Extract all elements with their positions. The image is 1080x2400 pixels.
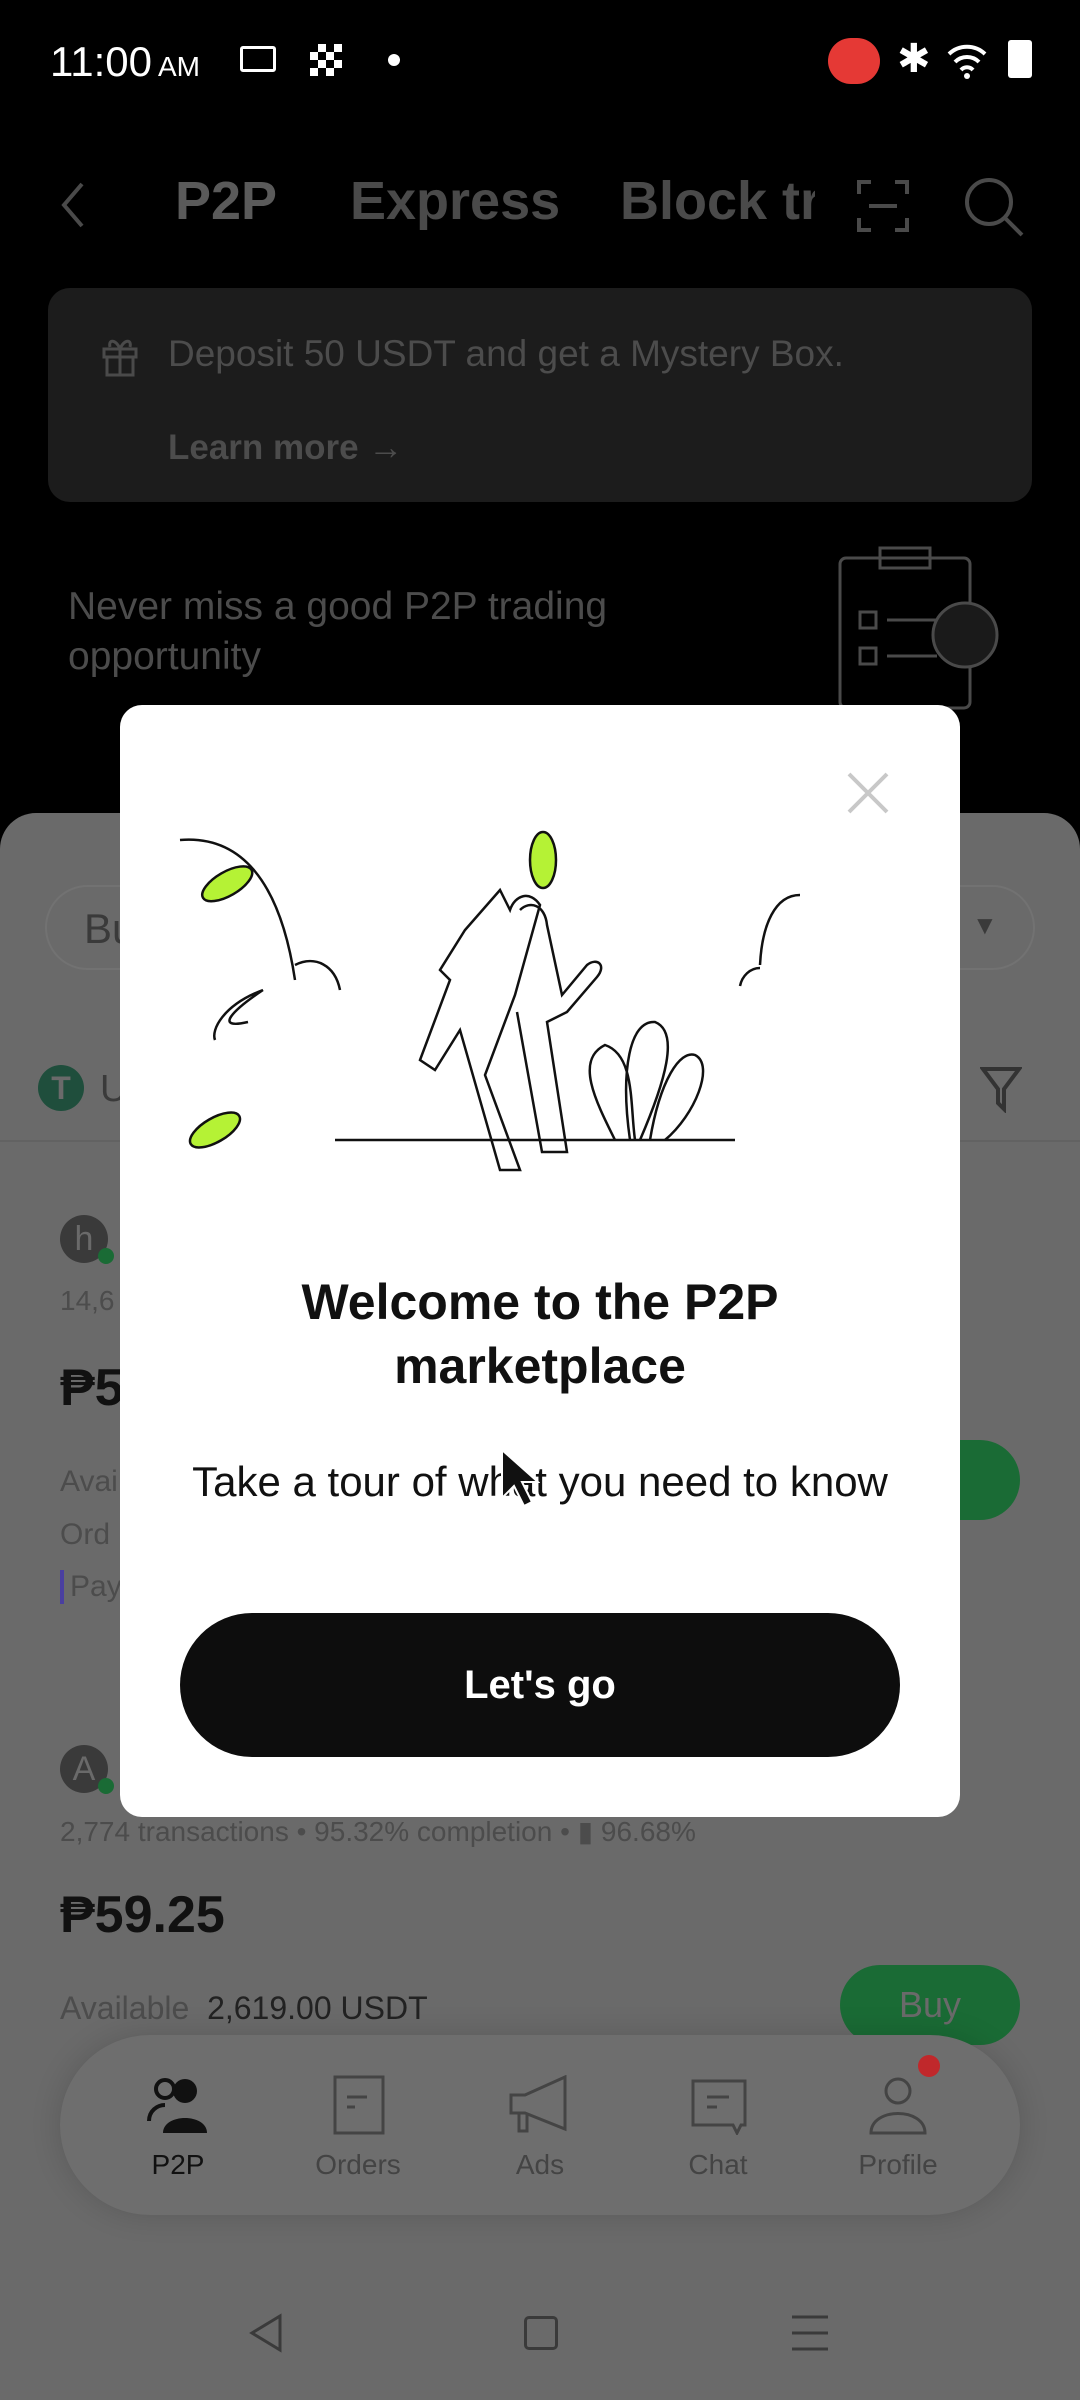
ampm: AM xyxy=(158,51,200,82)
lets-go-button[interactable]: Let's go xyxy=(180,1613,900,1757)
profile-icon xyxy=(869,2077,927,2135)
tab-p2p[interactable]: P2P xyxy=(175,170,277,232)
rating: 96.68% xyxy=(600,1816,696,1847)
clipboard-illustration xyxy=(838,546,999,710)
nav-profile[interactable]: Profile xyxy=(823,2075,973,2181)
available: Available 2,619.00 USDT xyxy=(60,1990,428,2027)
tab-express[interactable]: Express xyxy=(350,170,560,232)
dot-icon xyxy=(388,54,400,66)
nav-orders[interactable]: Orders xyxy=(283,2075,433,2181)
nav-chat[interactable]: Chat xyxy=(643,2075,793,2181)
system-back-icon[interactable] xyxy=(248,2312,284,2354)
system-menu-icon[interactable] xyxy=(790,2314,830,2352)
screen-record-icon xyxy=(240,46,276,72)
megaphone-icon xyxy=(509,2075,567,2133)
app-notification-icon xyxy=(310,44,342,76)
orders-icon xyxy=(333,2075,385,2135)
notification-badge xyxy=(918,2055,940,2077)
dropdown-caret-icon[interactable]: ▼ xyxy=(972,910,998,941)
users-icon xyxy=(147,2078,207,2133)
nav-ads[interactable]: Ads xyxy=(465,2075,615,2181)
thumbs-up-icon: ▮ xyxy=(577,1816,594,1847)
promo-text: Never miss a good P2P trading opportunit… xyxy=(68,585,608,678)
bluetooth-icon: ✱ xyxy=(897,37,931,81)
runner-illustration xyxy=(179,830,801,1172)
recording-icon xyxy=(828,38,880,84)
gift-icon xyxy=(102,339,138,377)
usdt-icon: T xyxy=(38,1065,84,1111)
price: ₱5 xyxy=(60,1359,124,1417)
nav-p2p[interactable]: P2P xyxy=(103,2075,253,2181)
banner-text: Deposit 50 USDT and get a Mystery Box. xyxy=(168,333,844,374)
system-home-icon[interactable] xyxy=(524,2316,558,2350)
time: 11:00 xyxy=(50,38,152,85)
online-dot xyxy=(98,1778,114,1794)
stats-text: 2,774 transactions • 95.32% completion • xyxy=(60,1816,570,1847)
available-label: Avai xyxy=(60,1465,118,1498)
price: ₱59.25 xyxy=(60,1886,225,1944)
merchant-stats: 2,774 transactions • 95.32% completion •… xyxy=(60,1815,696,1848)
nav-label: Profile xyxy=(858,2149,938,2180)
nav-label: Orders xyxy=(315,2149,401,2180)
chat-icon xyxy=(691,2079,747,2135)
modal-title: Welcome to the P2P marketplace xyxy=(301,1274,779,1394)
promo-banner[interactable] xyxy=(48,288,1032,502)
scan-icon[interactable] xyxy=(855,178,911,234)
payment-method: Pay xyxy=(60,1570,122,1604)
order-limit-label: Ord xyxy=(60,1518,111,1551)
nav-label: P2P xyxy=(151,2149,205,2180)
back-icon[interactable] xyxy=(58,180,88,230)
merchant-stats: 14,6 xyxy=(60,1285,115,1316)
nav-label: Chat xyxy=(688,2149,748,2180)
tab-block-trading[interactable]: Block tr xyxy=(620,170,815,232)
status-time: 11:00 AM xyxy=(50,38,200,86)
online-dot xyxy=(98,1248,114,1264)
battery-icon xyxy=(1008,40,1032,78)
wifi-icon xyxy=(947,44,987,79)
nav-label: Ads xyxy=(515,2149,565,2180)
close-icon[interactable] xyxy=(845,770,891,816)
search-icon[interactable] xyxy=(962,175,1026,239)
buy-button[interactable]: Buy xyxy=(840,1965,1020,2045)
mouse-cursor-icon xyxy=(501,1448,540,1508)
available-label: Available xyxy=(60,1990,190,2026)
available-value: 2,619.00 USDT xyxy=(207,1990,428,2026)
filter-icon[interactable] xyxy=(980,1065,1022,1113)
modal-subtitle: Take a tour of what you need to know xyxy=(192,1458,888,1505)
learn-more-link[interactable]: Learn more → xyxy=(168,428,403,468)
